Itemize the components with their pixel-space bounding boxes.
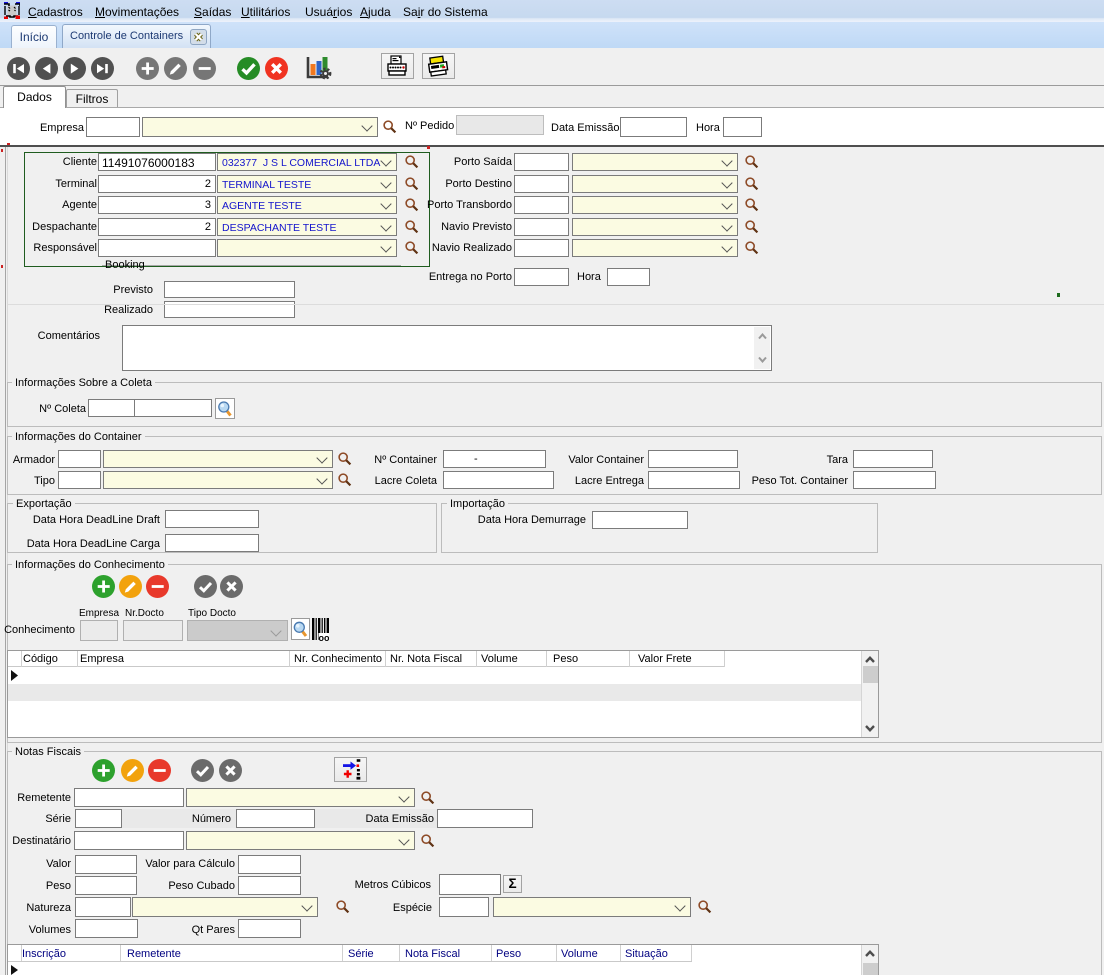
svg-text:oo: oo [319, 633, 330, 641]
